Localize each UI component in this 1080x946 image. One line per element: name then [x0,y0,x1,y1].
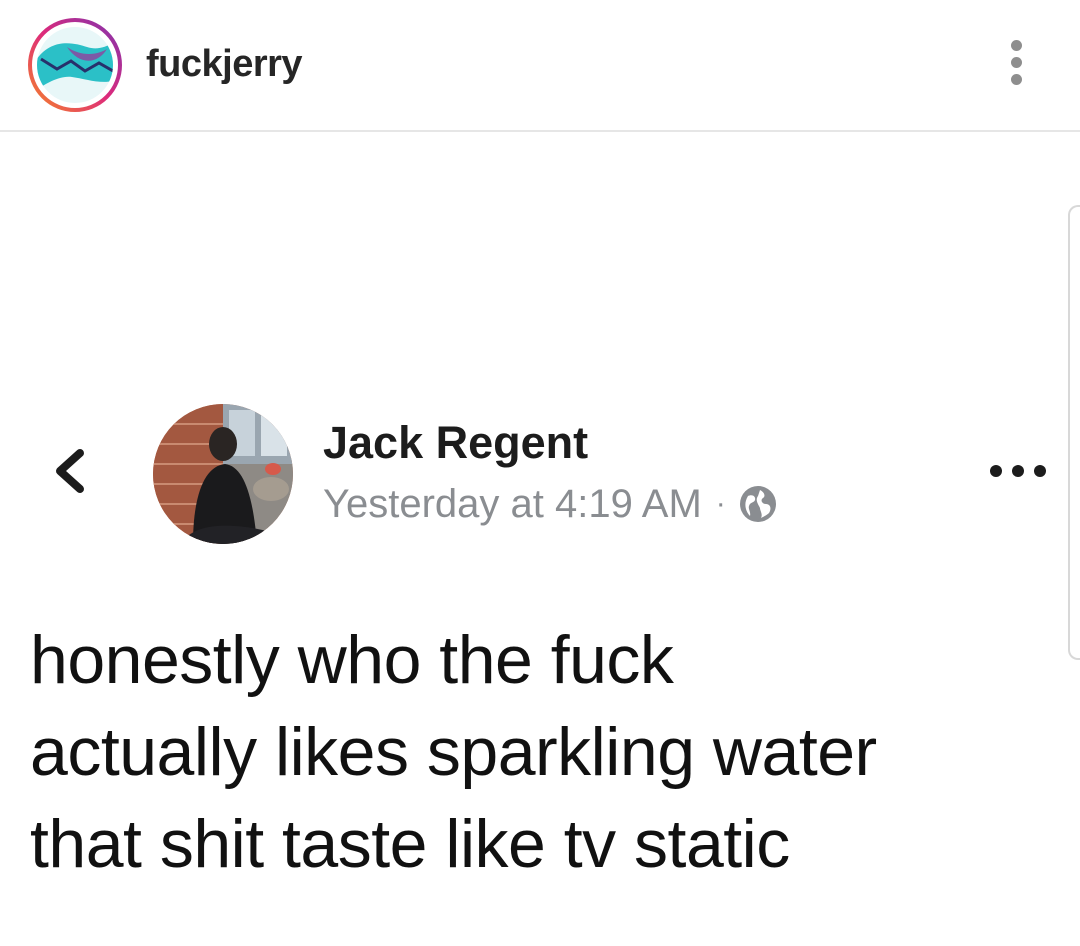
globe-icon [739,486,776,522]
dot [1012,465,1024,477]
dot [1010,40,1022,51]
vertical-ellipsis-icon[interactable] [1003,40,1029,92]
scroll-indicator [1068,205,1080,660]
post-text-line: honestly who the fuck [30,622,674,698]
dot [990,465,1002,477]
horizontal-ellipsis-icon[interactable] [990,465,1046,479]
dot [1010,74,1022,85]
author-photo [153,404,293,544]
author-name[interactable]: Jack Regent [323,417,588,469]
dot [1034,465,1046,477]
chevron-left-icon[interactable] [48,441,88,501]
author-avatar[interactable] [153,404,293,544]
post-text-line: that shit taste like tv static [30,806,790,882]
instagram-username[interactable]: fuckjerry [146,42,303,86]
instagram-post-header: fuckjerry [0,0,1080,132]
wave-logo-icon[interactable] [27,17,123,113]
post-meta: Yesterday at 4:19 AM · [323,478,778,530]
post-text: honestly who the fuck actually likes spa… [30,614,1060,890]
post-timestamp[interactable]: Yesterday at 4:19 AM [323,478,702,530]
dot [1010,57,1022,68]
post-text-line: actually likes sparkling water [30,714,877,790]
meta-separator: · [715,487,726,520]
